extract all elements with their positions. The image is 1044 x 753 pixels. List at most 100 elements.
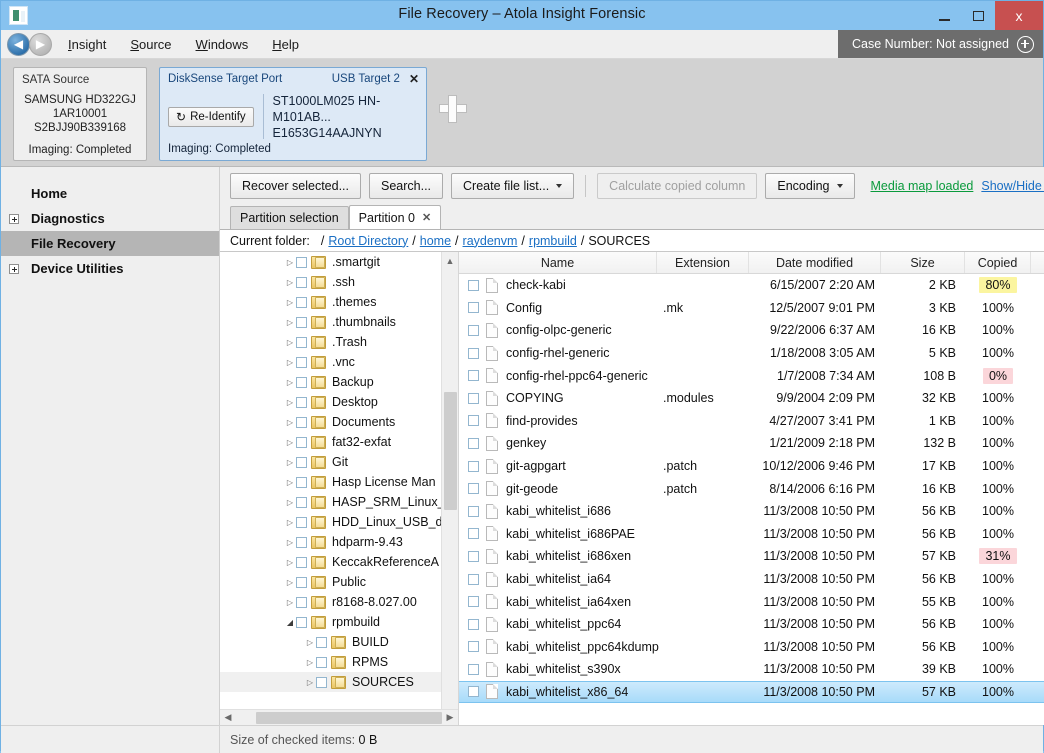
tree-collapsed-arrow-icon[interactable]: ▷ xyxy=(284,538,296,547)
tree-node[interactable]: ▷.vnc xyxy=(220,352,458,372)
tree-node-checkbox[interactable] xyxy=(296,397,307,408)
file-checkbox[interactable] xyxy=(468,551,479,562)
file-checkbox[interactable] xyxy=(468,686,479,697)
tree-collapsed-arrow-icon[interactable]: ▷ xyxy=(284,498,296,507)
tab-partition-selection[interactable]: Partition selection xyxy=(230,206,349,229)
file-checkbox[interactable] xyxy=(468,393,479,404)
column-header-date-modified[interactable]: Date modified xyxy=(749,252,881,273)
close-button[interactable]: x xyxy=(995,1,1043,30)
file-checkbox[interactable] xyxy=(468,302,479,313)
chevron-left-icon[interactable]: ◀ xyxy=(220,712,236,723)
tree-node[interactable]: ▷.themes xyxy=(220,292,458,312)
add-device-tab-icon[interactable] xyxy=(439,95,467,123)
minimize-button[interactable] xyxy=(927,1,961,30)
tree-node[interactable]: ▷Git xyxy=(220,452,458,472)
tree-node-checkbox[interactable] xyxy=(296,477,307,488)
table-row[interactable]: kabi_whitelist_i686xen11/3/2008 10:50 PM… xyxy=(459,545,1044,568)
tree-node[interactable]: ▷fat32-exfat xyxy=(220,432,458,452)
table-row[interactable]: Config.mk12/5/2007 9:01 PM3 KB100% xyxy=(459,297,1044,320)
tree-node[interactable]: ▷Documents xyxy=(220,412,458,432)
tab-partition-0[interactable]: Partition 0 ✕ xyxy=(349,205,442,229)
tree-collapsed-arrow-icon[interactable]: ▷ xyxy=(284,338,296,347)
tree-node-checkbox[interactable] xyxy=(296,277,307,288)
tree-node[interactable]: ▷.Trash xyxy=(220,332,458,352)
expand-plus-icon[interactable] xyxy=(9,214,19,224)
table-row[interactable]: kabi_whitelist_ppc6411/3/2008 10:50 PM56… xyxy=(459,613,1044,636)
tree-node-checkbox[interactable] xyxy=(296,337,307,348)
show-hide-log-link[interactable]: Show/Hide log xyxy=(981,179,1044,193)
tree-node[interactable]: ▷r8168-8.027.00 xyxy=(220,592,458,612)
tree-collapsed-arrow-icon[interactable]: ▷ xyxy=(284,578,296,587)
tree-node[interactable]: ▷.thumbnails xyxy=(220,312,458,332)
table-row[interactable]: config-rhel-generic1/18/2008 3:05 AM5 KB… xyxy=(459,342,1044,365)
tree-node[interactable]: ▷HDD_Linux_USB_d xyxy=(220,512,458,532)
file-checkbox[interactable] xyxy=(468,664,479,675)
table-row[interactable]: find-provides4/27/2007 3:41 PM1 KB100% xyxy=(459,410,1044,433)
scrollbar-thumb[interactable] xyxy=(256,712,442,724)
file-checkbox[interactable] xyxy=(468,528,479,539)
tree-node-checkbox[interactable] xyxy=(296,617,307,628)
breadcrumb-home[interactable]: home xyxy=(420,234,451,248)
sidebar-item-file-recovery[interactable]: File Recovery xyxy=(1,231,219,256)
tree-node[interactable]: ▷Hasp License Man xyxy=(220,472,458,492)
back-arrow-icon[interactable]: ◀ xyxy=(7,33,30,56)
tree-expanded-arrow-icon[interactable]: ◢ xyxy=(284,618,296,627)
tree-node[interactable]: ▷BUILD xyxy=(220,632,458,652)
table-row[interactable]: kabi_whitelist_x86_6411/3/2008 10:50 PM5… xyxy=(459,681,1044,704)
breadcrumb-root-directory[interactable]: Root Directory xyxy=(328,234,408,248)
search-button[interactable]: Search... xyxy=(369,173,443,199)
breadcrumb-raydenvm[interactable]: raydenvm xyxy=(463,234,518,248)
sidebar-item-device-utilities[interactable]: Device Utilities xyxy=(1,256,219,281)
tree-collapsed-arrow-icon[interactable]: ▷ xyxy=(284,398,296,407)
tree-node-checkbox[interactable] xyxy=(296,597,307,608)
tree-node[interactable]: ▷HASP_SRM_Linux_ xyxy=(220,492,458,512)
column-header-extension[interactable]: Extension xyxy=(657,252,749,273)
table-row[interactable]: kabi_whitelist_s390x11/3/2008 10:50 PM39… xyxy=(459,658,1044,681)
tree-node-checkbox[interactable] xyxy=(316,637,327,648)
table-row[interactable]: kabi_whitelist_ppc64kdump11/3/2008 10:50… xyxy=(459,636,1044,659)
table-row[interactable]: git-geode.patch8/14/2006 6:16 PM16 KB100… xyxy=(459,477,1044,500)
tree-node[interactable]: ▷.smartgit xyxy=(220,252,458,272)
tree-node[interactable]: ▷Backup xyxy=(220,372,458,392)
create-file-list-button[interactable]: Create file list... xyxy=(451,173,574,199)
tree-collapsed-arrow-icon[interactable]: ▷ xyxy=(284,378,296,387)
encoding-button[interactable]: Encoding xyxy=(765,173,854,199)
file-list-rows[interactable]: check-kabi6/15/2007 2:20 AM2 KB80%Config… xyxy=(459,274,1044,725)
menu-insight[interactable]: Insight xyxy=(66,35,108,54)
table-row[interactable]: COPYING.modules9/9/2004 2:09 PM32 KB100% xyxy=(459,387,1044,410)
case-number-panel[interactable]: Case Number: Not assigned xyxy=(838,30,1043,58)
chevron-right-icon[interactable]: ▶ xyxy=(442,712,458,723)
file-checkbox[interactable] xyxy=(468,619,479,630)
tree-node[interactable]: ▷.ssh xyxy=(220,272,458,292)
table-row[interactable]: config-olpc-generic9/22/2006 6:37 AM16 K… xyxy=(459,319,1044,342)
file-checkbox[interactable] xyxy=(468,370,479,381)
tree-horizontal-scrollbar[interactable]: ◀ ▶ xyxy=(220,709,458,725)
tree-collapsed-arrow-icon[interactable]: ▷ xyxy=(284,478,296,487)
file-checkbox[interactable] xyxy=(468,574,479,585)
tree-node-checkbox[interactable] xyxy=(296,357,307,368)
file-checkbox[interactable] xyxy=(468,641,479,652)
tree-node-checkbox[interactable] xyxy=(296,437,307,448)
tree-node[interactable]: ▷RPMS xyxy=(220,652,458,672)
table-row[interactable]: git-agpgart.patch10/12/2006 9:46 PM17 KB… xyxy=(459,455,1044,478)
menu-help[interactable]: Help xyxy=(270,35,301,54)
table-row[interactable]: check-kabi6/15/2007 2:20 AM2 KB80% xyxy=(459,274,1044,297)
tree-collapsed-arrow-icon[interactable]: ▷ xyxy=(284,438,296,447)
recover-selected-button[interactable]: Recover selected... xyxy=(230,173,361,199)
expand-plus-icon[interactable] xyxy=(9,264,19,274)
tree-node-checkbox[interactable] xyxy=(316,657,327,668)
file-checkbox[interactable] xyxy=(468,483,479,494)
tree-node[interactable]: ▷Public xyxy=(220,572,458,592)
tree-collapsed-arrow-icon[interactable]: ▷ xyxy=(304,638,316,647)
tree-node-checkbox[interactable] xyxy=(296,557,307,568)
tree-collapsed-arrow-icon[interactable]: ▷ xyxy=(284,318,296,327)
tree-node-checkbox[interactable] xyxy=(296,537,307,548)
tree-vertical-scrollbar[interactable]: ▲ ▼ xyxy=(441,252,458,725)
plus-circle-icon[interactable] xyxy=(1017,36,1034,53)
table-row[interactable]: kabi_whitelist_ia64xen11/3/2008 10:50 PM… xyxy=(459,590,1044,613)
tree-node-checkbox[interactable] xyxy=(296,517,307,528)
menu-source[interactable]: Source xyxy=(128,35,173,54)
tree-collapsed-arrow-icon[interactable]: ▷ xyxy=(284,518,296,527)
menu-windows[interactable]: Windows xyxy=(194,35,251,54)
table-row[interactable]: kabi_whitelist_i68611/3/2008 10:50 PM56 … xyxy=(459,500,1044,523)
